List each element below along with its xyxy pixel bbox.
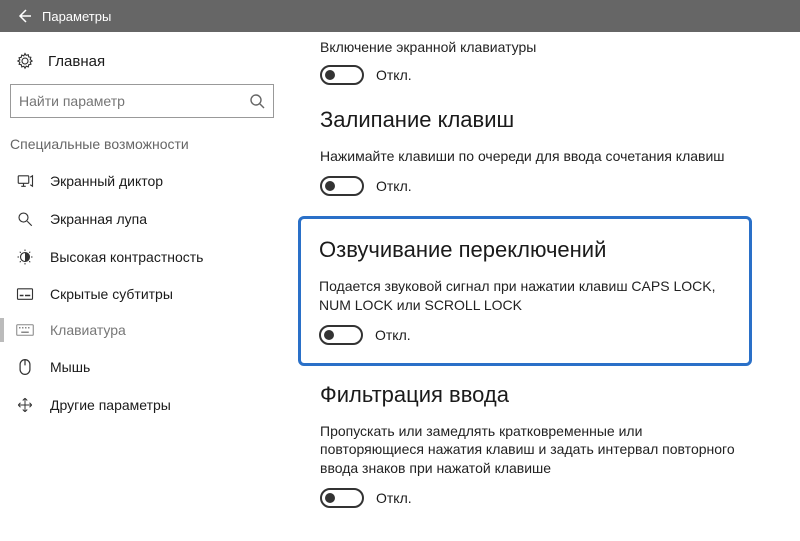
search-icon <box>249 93 265 109</box>
window-title: Параметры <box>42 9 111 24</box>
toggle-toggle-keys[interactable] <box>319 325 363 345</box>
toggle-row: Откл. <box>319 325 731 345</box>
home-row[interactable]: Главная <box>0 46 290 80</box>
sidebar-item-keyboard[interactable]: Клавиатура <box>0 312 290 348</box>
sidebar-item-captions[interactable]: Скрытые субтитры <box>0 276 290 312</box>
setting-title: Залипание клавиш <box>320 107 770 133</box>
setting-title: Фильтрация ввода <box>320 382 770 408</box>
setting-desc: Пропускать или замедлять кратковременные… <box>320 422 750 479</box>
mouse-icon <box>16 358 34 376</box>
toggle-sticky-keys[interactable] <box>320 176 364 196</box>
keyboard-icon <box>16 323 34 337</box>
sidebar-item-label: Другие параметры <box>50 397 171 413</box>
toggle-row: Откл. <box>320 65 770 85</box>
home-label: Главная <box>48 53 105 70</box>
arrow-left-icon <box>16 8 32 24</box>
sidebar-item-label: Мышь <box>50 359 90 375</box>
setting-title: Озвучивание переключений <box>319 237 731 263</box>
toggle-onscreen-keyboard[interactable] <box>320 65 364 85</box>
content: Включение экранной клавиатуры Откл. Зали… <box>290 32 800 541</box>
contrast-icon <box>16 248 34 266</box>
sidebar-item-mouse[interactable]: Мышь <box>0 348 290 386</box>
sidebar-item-label: Экранная лупа <box>50 211 147 227</box>
gear-icon <box>16 52 34 70</box>
arrows-icon <box>16 396 34 414</box>
toggle-state-label: Откл. <box>376 178 412 194</box>
sidebar: Главная Специальные возможности Экранный… <box>0 32 290 541</box>
sidebar-category: Специальные возможности <box>0 132 290 162</box>
titlebar: Параметры <box>0 0 800 32</box>
toggle-row: Откл. <box>320 488 770 508</box>
setting-desc: Подается звуковой сигнал при нажатии кла… <box>319 277 731 315</box>
toggle-filter-keys[interactable] <box>320 488 364 508</box>
captions-icon <box>16 287 34 301</box>
setting-sticky-keys: Залипание клавиш Нажимайте клавиши по оч… <box>320 105 770 216</box>
search-input[interactable] <box>19 93 239 109</box>
setting-filter-keys: Фильтрация ввода Пропускать или замедлят… <box>320 380 770 529</box>
toggle-row: Откл. <box>320 176 770 196</box>
sidebar-item-magnifier[interactable]: Экранная лупа <box>0 200 290 238</box>
search-wrap <box>0 80 290 132</box>
setting-title-text: Включение экранной клавиатуры <box>320 38 750 57</box>
back-button[interactable] <box>6 0 42 32</box>
setting-onscreen-keyboard: Включение экранной клавиатуры Откл. <box>320 36 770 105</box>
magnifier-icon <box>16 210 34 228</box>
toggle-state-label: Откл. <box>376 490 412 506</box>
sidebar-item-label: Клавиатура <box>50 322 126 338</box>
toggle-state-label: Откл. <box>376 67 412 83</box>
sidebar-item-label: Высокая контрастность <box>50 249 203 265</box>
sidebar-item-other[interactable]: Другие параметры <box>0 386 290 424</box>
setting-toggle-keys: Озвучивание переключений Подается звуков… <box>298 216 752 366</box>
search-box[interactable] <box>10 84 274 118</box>
sidebar-item-contrast[interactable]: Высокая контрастность <box>0 238 290 276</box>
narrator-icon <box>16 172 34 190</box>
sidebar-item-label: Скрытые субтитры <box>50 286 173 302</box>
body: Главная Специальные возможности Экранный… <box>0 32 800 541</box>
sidebar-item-label: Экранный диктор <box>50 173 163 189</box>
setting-desc: Нажимайте клавиши по очереди для ввода с… <box>320 147 750 166</box>
toggle-state-label: Откл. <box>375 327 411 343</box>
sidebar-item-narrator[interactable]: Экранный диктор <box>0 162 290 200</box>
